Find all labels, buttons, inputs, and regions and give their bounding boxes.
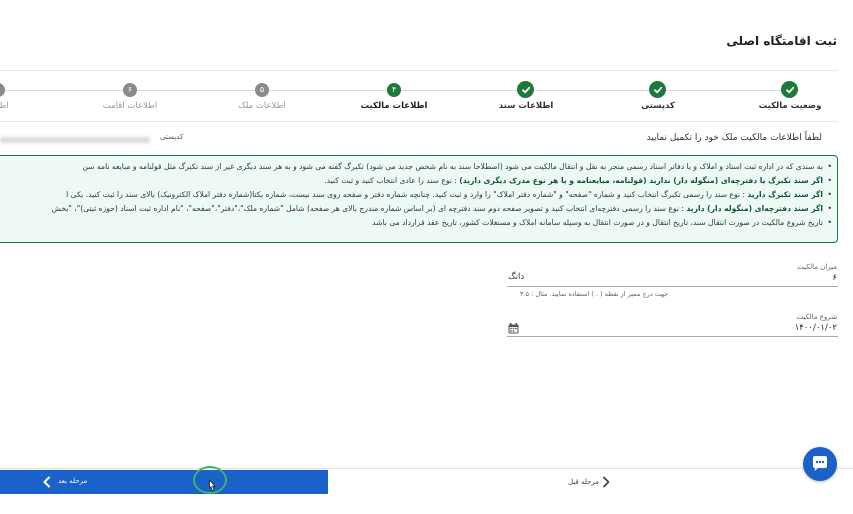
chevron-right-icon[interactable] bbox=[601, 476, 611, 488]
chat-support-button[interactable] bbox=[803, 447, 837, 481]
page-title: ثبت اقامتگاه اصلی bbox=[726, 34, 837, 48]
step-label: اطلاعات ملک bbox=[238, 101, 286, 111]
info-item: اگر سند تکبرگ یا دفترچه‌ای (منگوله دار) … bbox=[0, 174, 832, 188]
chevron-left-icon bbox=[43, 476, 50, 488]
ownership-amount-underline bbox=[507, 286, 838, 287]
ownership-start-label: شروع مالکیت bbox=[796, 313, 837, 321]
ownership-start-input[interactable]: ۱۴۰۰/۰۱/۰۲ bbox=[795, 323, 837, 333]
progress-stepper: وضعیت مالکیت کدپستی اطلاعات سند ۴ اطلاعا… bbox=[0, 70, 838, 122]
step-number: ۴ bbox=[387, 83, 401, 97]
step-partial[interactable]: اطلاعا bbox=[0, 71, 58, 123]
step-residence-info[interactable]: ۶ اطلاعات اقامت bbox=[70, 71, 190, 123]
next-step-label: مرحله بعد bbox=[58, 477, 88, 485]
step-label: اطلاعا bbox=[0, 101, 9, 111]
step-number: ۶ bbox=[123, 83, 137, 97]
ownership-start-underline bbox=[507, 336, 838, 337]
next-step-button[interactable]: مرحله بعد bbox=[0, 470, 328, 494]
check-icon bbox=[517, 81, 534, 98]
step-label: اطلاعات سند bbox=[498, 101, 554, 111]
step-postal-code[interactable]: کدپستی bbox=[598, 71, 718, 123]
step-label: اطلاعات اقامت bbox=[102, 101, 158, 111]
info-box: به سندی که در اداره ثبت اسناد و املاک و … bbox=[0, 155, 838, 243]
step-property-info[interactable]: ۵ اطلاعات ملک bbox=[202, 71, 322, 123]
property-summary: کدپستی لطفاً اطلاعات مالکیت ملک خود را ت… bbox=[0, 133, 838, 147]
info-item: به سندی که در اداره ثبت اسناد و املاک و … bbox=[0, 160, 832, 174]
step-number bbox=[0, 83, 5, 97]
mouse-cursor-icon bbox=[209, 479, 216, 492]
blurred-address bbox=[0, 137, 150, 143]
ownership-amount-label: میزان مالکیت bbox=[797, 263, 837, 271]
info-item: اگر سند دفترچه‌ای (منگوله دار) دارید : ن… bbox=[0, 202, 832, 216]
step-ownership-info[interactable]: ۴ اطلاعات مالکیت bbox=[334, 71, 454, 123]
check-icon bbox=[781, 81, 798, 98]
step-number: ۵ bbox=[255, 83, 269, 97]
step-deed-info[interactable]: اطلاعات سند bbox=[466, 71, 586, 123]
ownership-amount-input[interactable]: ۶ bbox=[832, 273, 837, 283]
form-prompt: لطفاً اطلاعات مالکیت ملک خود را تکمیل نم… bbox=[646, 133, 822, 143]
calendar-icon[interactable] bbox=[508, 323, 519, 334]
info-item: اگر سند تکبرگ دارید : نوع سند را رسمی تک… bbox=[0, 188, 832, 202]
step-label: کدپستی bbox=[641, 101, 675, 111]
decimal-hint: جهت درج ممیز از نقطه ( . ) استفاده نمایی… bbox=[520, 290, 669, 298]
prev-step-button[interactable]: مرحله قبل bbox=[568, 478, 599, 486]
chat-icon bbox=[813, 456, 827, 471]
postal-code-label: کدپستی bbox=[160, 133, 184, 141]
check-icon bbox=[649, 81, 666, 98]
step-label: اطلاعات مالکیت bbox=[360, 101, 428, 111]
info-item: تاریخ شروع مالکیت در صورت انتقال سند، تا… bbox=[0, 216, 832, 230]
step-ownership-status[interactable]: وضعیت مالکیت bbox=[730, 71, 850, 123]
unit-label: دانگ bbox=[508, 272, 525, 282]
step-label: وضعیت مالکیت bbox=[758, 101, 822, 111]
